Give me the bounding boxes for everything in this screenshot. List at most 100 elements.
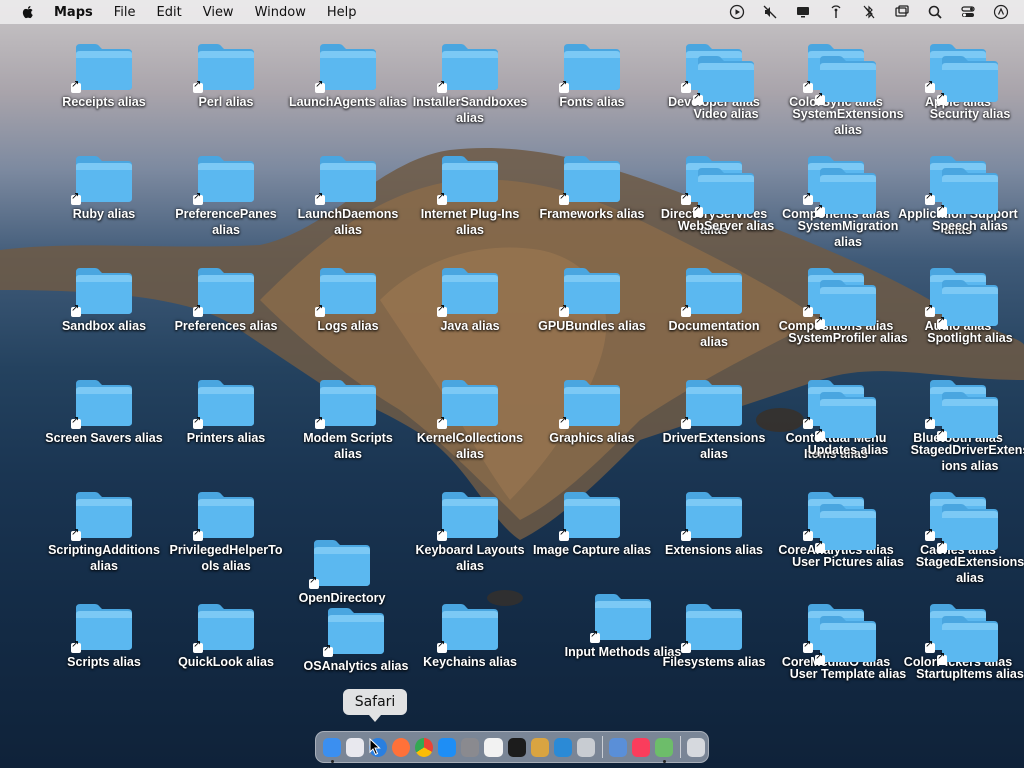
desktop-folder-alias[interactable]: Frameworks alias <box>532 152 652 222</box>
terminal-icon[interactable] <box>507 737 526 757</box>
desktop-icon-label: OSAnalytics alias <box>303 659 409 673</box>
menu-view[interactable]: View <box>203 5 234 20</box>
desktop-folder-alias[interactable]: Printers alias <box>166 376 286 446</box>
display-icon[interactable] <box>794 3 812 21</box>
app-menu-maps[interactable]: Maps <box>54 5 93 20</box>
desktop-folder-alias[interactable]: Sandbox alias <box>44 264 164 334</box>
folder-icon <box>693 52 757 105</box>
desktop-folder-alias[interactable]: Video alias <box>666 52 786 122</box>
folder-icon <box>815 164 879 217</box>
alias-arrow-icon <box>937 427 947 441</box>
desktop-folder-alias[interactable]: LaunchDaemons alias <box>288 152 408 238</box>
desktop-folder-alias[interactable]: QuickLook alias <box>166 600 286 670</box>
desktop-folder-alias[interactable]: PreferencePanes alias <box>166 152 286 238</box>
alias-arrow-icon <box>559 527 569 541</box>
vscode-icon[interactable] <box>553 737 572 757</box>
bluetooth-off-icon[interactable] <box>860 3 878 21</box>
desktop-icon-label: KernelCollections alias <box>416 431 524 461</box>
maps-icon[interactable] <box>655 737 674 763</box>
script-editor-icon[interactable] <box>530 737 549 757</box>
status-menu-area <box>728 3 1010 21</box>
desktop-folder-alias[interactable]: Speech alias <box>910 164 1024 234</box>
alias-arrow-icon <box>681 527 691 541</box>
desktop-folder-alias[interactable]: LaunchAgents alias <box>288 40 408 110</box>
alias-arrow-icon <box>681 415 691 429</box>
control-center-icon[interactable] <box>959 3 977 21</box>
desktop-folder-alias[interactable]: Receipts alias <box>44 40 164 110</box>
finder-alt-icon[interactable] <box>608 737 628 757</box>
desktop-folder-alias[interactable]: ScriptingAdditions alias <box>44 488 164 574</box>
desktop-folder-alias[interactable]: GPUBundles alias <box>532 264 652 334</box>
desktop-folder-alias[interactable]: User Pictures alias <box>788 500 908 570</box>
desktop-folder-alias[interactable]: Internet Plug-Ins alias <box>410 152 530 238</box>
desktop-folder-alias[interactable]: DriverExtensions alias <box>654 376 774 462</box>
menu-help[interactable]: Help <box>327 5 357 20</box>
desktop-folder-alias[interactable]: StartupItems alias <box>910 612 1024 682</box>
alias-arrow-icon <box>437 415 447 429</box>
desktop-folder-alias[interactable]: Logs alias <box>288 264 408 334</box>
firefox-icon[interactable] <box>391 737 410 757</box>
textedit-icon[interactable] <box>484 737 503 757</box>
desktop-folder-alias[interactable]: Image Capture alias <box>532 488 652 558</box>
desktop-folder-alias[interactable]: Keyboard Layouts alias <box>410 488 530 574</box>
desktop-folder-alias[interactable]: Perl alias <box>166 40 286 110</box>
desktop-folder-alias[interactable]: StagedDriverExtensions alias <box>910 388 1024 474</box>
desktop-icon-label: ScriptingAdditions alias <box>48 543 160 573</box>
muted-icon[interactable] <box>761 3 779 21</box>
desktop-folder-alias[interactable]: Filesystems alias <box>654 600 774 670</box>
play-circle-icon[interactable] <box>728 3 746 21</box>
desktop-folder-alias[interactable]: Spotlight alias <box>910 276 1024 346</box>
desktop-icon-label: Preferences alias <box>174 319 278 333</box>
launchpad-icon[interactable] <box>345 737 364 757</box>
preview-icon[interactable] <box>576 737 595 757</box>
system-preferences-icon[interactable] <box>461 737 480 757</box>
desktop-folder-alias[interactable]: Documentation alias <box>654 264 774 350</box>
search-icon[interactable] <box>926 3 944 21</box>
desktop-folder-alias[interactable]: Modem Scripts alias <box>288 376 408 462</box>
chrome-icon[interactable] <box>415 737 434 757</box>
desktop-icon-label: Keyboard Layouts alias <box>415 543 525 573</box>
desktop-folder-alias[interactable]: SystemMigration alias <box>788 164 908 250</box>
finder-icon[interactable] <box>322 737 341 763</box>
desktop-folder-alias[interactable]: OSAnalytics alias <box>296 604 416 674</box>
menu-edit[interactable]: Edit <box>157 5 182 20</box>
running-indicator <box>330 759 334 763</box>
desktop-folder-alias[interactable]: User Template alias <box>788 612 908 682</box>
desktop-folder-alias[interactable]: KernelCollections alias <box>410 376 530 462</box>
menu-window[interactable]: Window <box>255 5 306 20</box>
trash-icon[interactable] <box>687 737 706 757</box>
menu-file[interactable]: File <box>114 5 136 20</box>
desktop-folder-alias[interactable]: InstallerSandboxes alias <box>410 40 530 126</box>
desktop-folder-alias[interactable]: WebServer alias <box>666 164 786 234</box>
desktop-folder-alias[interactable]: StagedExtensions alias <box>910 500 1024 586</box>
desktop-folder-alias[interactable]: Graphics alias <box>532 376 652 446</box>
apple-logo-icon[interactable] <box>20 4 36 20</box>
desktop-folder-alias[interactable]: Java alias <box>410 264 530 334</box>
desktop-folder-alias[interactable]: SystemExtensions alias <box>788 52 908 138</box>
desktop-folder-alias[interactable]: OpenDirectory <box>282 536 402 606</box>
user-circle-icon[interactable] <box>992 3 1010 21</box>
desktop-folder-alias[interactable]: Scripts alias <box>44 600 164 670</box>
desktop-folder-alias[interactable]: Fonts alias <box>532 40 652 110</box>
music-icon[interactable] <box>632 737 651 757</box>
desktop-folder-alias[interactable]: Keychains alias <box>410 600 530 670</box>
desktop-folder-alias[interactable]: Preferences alias <box>166 264 286 334</box>
desktop-folder-alias[interactable]: PrivilegedHelperTools alias <box>166 488 286 574</box>
alias-arrow-icon <box>309 575 319 589</box>
alias-arrow-icon <box>937 651 947 665</box>
desktop-folder-alias[interactable]: Ruby alias <box>44 152 164 222</box>
desktop-folder-alias[interactable]: Updates alias <box>788 388 908 458</box>
alias-arrow-icon <box>437 527 447 541</box>
folder-icon <box>437 40 501 93</box>
desktop-icon-label: LaunchAgents alias <box>288 95 408 109</box>
folder-icon <box>437 488 501 541</box>
app-store-icon[interactable] <box>438 737 457 757</box>
desktop-icon-label: Graphics alias <box>549 431 635 445</box>
screen-mirror-icon[interactable] <box>893 3 911 21</box>
desktop-folder-alias[interactable]: Screen Savers alias <box>44 376 164 446</box>
desktop-folder-alias[interactable]: Extensions alias <box>654 488 774 558</box>
antenna-icon[interactable] <box>827 3 845 21</box>
desktop-folder-alias[interactable]: Security alias <box>910 52 1024 122</box>
desktop-folder-alias[interactable]: SystemProfiler alias <box>788 276 908 346</box>
desktop-icon-label: Printers alias <box>186 431 266 445</box>
